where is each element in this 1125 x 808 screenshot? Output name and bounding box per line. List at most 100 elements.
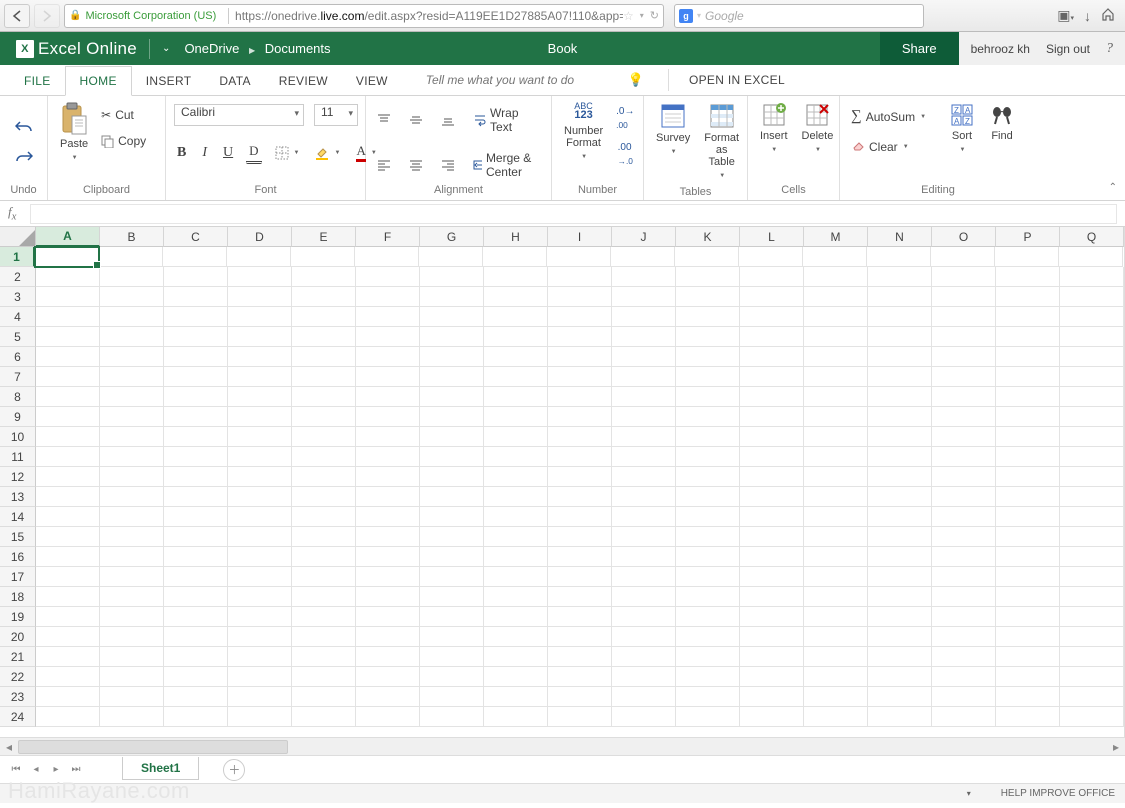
cell[interactable] xyxy=(868,567,932,587)
cell[interactable] xyxy=(164,307,228,327)
cell[interactable] xyxy=(420,687,484,707)
cell[interactable] xyxy=(996,587,1060,607)
tab-review[interactable]: REVIEW xyxy=(265,67,342,95)
align-center-button[interactable] xyxy=(406,156,426,174)
cell[interactable] xyxy=(868,267,932,287)
align-middle-button[interactable] xyxy=(406,111,426,129)
cell[interactable] xyxy=(484,667,548,687)
cell[interactable] xyxy=(740,627,804,647)
cell[interactable] xyxy=(932,427,996,447)
cell[interactable] xyxy=(35,247,99,267)
cell[interactable] xyxy=(36,687,100,707)
cell[interactable] xyxy=(164,427,228,447)
cell[interactable] xyxy=(932,367,996,387)
double-underline-button[interactable]: D xyxy=(246,141,261,164)
cell[interactable] xyxy=(100,287,164,307)
cell[interactable] xyxy=(420,387,484,407)
cell[interactable] xyxy=(356,327,420,347)
autosum-button[interactable]: ∑ AutoSum▼ xyxy=(848,106,929,127)
cell[interactable] xyxy=(804,427,868,447)
cell[interactable] xyxy=(36,327,100,347)
cell[interactable] xyxy=(228,427,292,447)
cell[interactable] xyxy=(804,387,868,407)
row-header[interactable]: 23 xyxy=(0,687,36,707)
cell[interactable] xyxy=(420,607,484,627)
cell[interactable] xyxy=(292,447,356,467)
cell[interactable] xyxy=(612,287,676,307)
cell[interactable] xyxy=(420,527,484,547)
cell[interactable] xyxy=(548,587,612,607)
cell[interactable] xyxy=(164,387,228,407)
cell[interactable] xyxy=(484,447,548,467)
cell[interactable] xyxy=(36,287,100,307)
cell[interactable] xyxy=(675,247,739,267)
cell[interactable] xyxy=(676,667,740,687)
cell[interactable] xyxy=(548,307,612,327)
cell[interactable] xyxy=(164,607,228,627)
cell[interactable] xyxy=(292,567,356,587)
cell[interactable] xyxy=(1060,647,1124,667)
cell[interactable] xyxy=(164,667,228,687)
favorite-icon[interactable]: ☆ xyxy=(623,9,634,23)
cell[interactable] xyxy=(484,427,548,447)
cell[interactable] xyxy=(356,527,420,547)
cell[interactable] xyxy=(676,627,740,647)
cell[interactable] xyxy=(484,507,548,527)
cell[interactable] xyxy=(484,287,548,307)
new-sheet-button[interactable]: ＋ xyxy=(223,759,245,781)
sheet-tab-sheet1[interactable]: Sheet1 xyxy=(122,757,199,780)
cell[interactable] xyxy=(1060,407,1124,427)
column-header[interactable]: P xyxy=(996,227,1060,247)
cell[interactable] xyxy=(548,707,612,727)
tab-insert[interactable]: INSERT xyxy=(132,67,206,95)
cell[interactable] xyxy=(804,567,868,587)
merge-center-button[interactable]: Merge & Center xyxy=(470,149,543,181)
cell[interactable] xyxy=(292,267,356,287)
cell[interactable] xyxy=(804,307,868,327)
cell[interactable] xyxy=(228,527,292,547)
insert-cells-button[interactable]: Insert▼ xyxy=(756,100,792,158)
cell[interactable] xyxy=(612,407,676,427)
cell[interactable] xyxy=(932,667,996,687)
cell[interactable] xyxy=(868,407,932,427)
cell[interactable] xyxy=(996,607,1060,627)
cell[interactable] xyxy=(1060,367,1124,387)
cell[interactable] xyxy=(36,487,100,507)
tab-home[interactable]: HOME xyxy=(65,66,132,96)
column-header[interactable]: C xyxy=(164,227,228,247)
cell[interactable] xyxy=(804,587,868,607)
cell[interactable] xyxy=(676,687,740,707)
cell[interactable] xyxy=(676,487,740,507)
row-header[interactable]: 7 xyxy=(0,367,36,387)
cell[interactable] xyxy=(548,387,612,407)
cell[interactable] xyxy=(1060,267,1124,287)
cell[interactable] xyxy=(996,667,1060,687)
font-family-select[interactable]: Calibri xyxy=(174,104,304,126)
cell[interactable] xyxy=(292,607,356,627)
cell[interactable] xyxy=(803,247,867,267)
cell[interactable] xyxy=(228,307,292,327)
cell[interactable] xyxy=(612,667,676,687)
cell[interactable] xyxy=(228,287,292,307)
find-button[interactable]: Find xyxy=(985,100,1019,144)
cell[interactable] xyxy=(420,407,484,427)
tab-file[interactable]: FILE xyxy=(10,67,65,95)
cell[interactable] xyxy=(740,547,804,567)
cell[interactable] xyxy=(100,367,164,387)
cell[interactable] xyxy=(164,367,228,387)
cell[interactable] xyxy=(868,527,932,547)
cell[interactable] xyxy=(612,707,676,727)
column-header[interactable]: L xyxy=(740,227,804,247)
row-header[interactable]: 12 xyxy=(0,467,36,487)
select-all-corner[interactable] xyxy=(0,227,36,247)
row-header[interactable]: 24 xyxy=(0,707,36,727)
cell[interactable] xyxy=(548,267,612,287)
cell[interactable] xyxy=(868,587,932,607)
cell[interactable] xyxy=(612,567,676,587)
cell[interactable] xyxy=(932,627,996,647)
cell[interactable] xyxy=(868,387,932,407)
cell[interactable] xyxy=(164,447,228,467)
cell[interactable] xyxy=(36,467,100,487)
cell[interactable] xyxy=(548,547,612,567)
cell[interactable] xyxy=(292,507,356,527)
